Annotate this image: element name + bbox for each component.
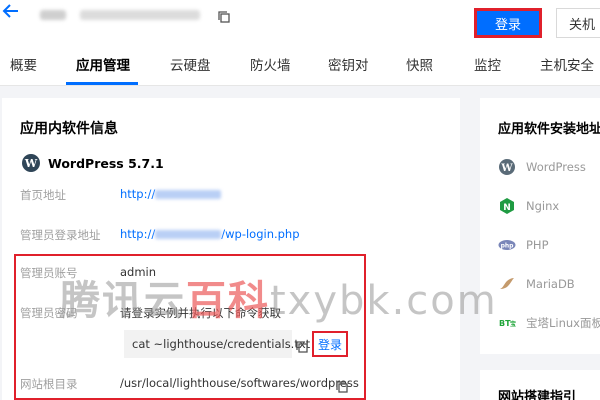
webroot-label: 网站根目录 xyxy=(20,377,78,391)
software-item-wordpress[interactable]: W WordPress xyxy=(498,158,586,176)
card-title: 应用内软件信息 xyxy=(20,121,118,137)
svg-text:W: W xyxy=(500,163,513,174)
command-box: cat ~lighthouse/credentials.txt xyxy=(124,330,310,358)
bt-panel-icon: BT 宝 xyxy=(498,314,516,332)
login-button[interactable]: 登录 xyxy=(474,8,542,38)
svg-text:N: N xyxy=(503,203,511,213)
ip-redacted xyxy=(155,190,222,199)
guide-card: 网站搭建指引 xyxy=(480,370,600,400)
admin-account-value: admin xyxy=(120,265,157,279)
admin-password-label: 管理员密码 xyxy=(20,306,78,320)
software-name: WordPress xyxy=(526,160,586,174)
webroot-value: /usr/local/lighthouse/softwares/wordpres… xyxy=(120,376,359,390)
copy-command-icon[interactable] xyxy=(296,338,308,353)
header: 登录 关机 概要 应用管理 云硬盘 防火墙 密钥对 快照 监控 主机安全 xyxy=(0,0,600,86)
tab-firewall[interactable]: 防火墙 xyxy=(250,54,291,74)
app-name: WordPress 5.7.1 xyxy=(48,155,164,171)
wordpress-icon: W xyxy=(498,158,516,176)
copy-webroot-icon[interactable] xyxy=(336,378,348,393)
svg-text:宝: 宝 xyxy=(510,320,516,328)
admin-url-link[interactable]: http:///wp-login.php xyxy=(120,227,300,241)
admin-url-label: 管理员登录地址 xyxy=(20,228,101,242)
back-arrow-icon[interactable] xyxy=(2,2,22,24)
software-name: PHP xyxy=(526,238,549,252)
tab-cloud-disk[interactable]: 云硬盘 xyxy=(170,54,211,74)
software-name: 宝塔Linux面板 xyxy=(526,316,600,330)
homepage-link[interactable]: http:// xyxy=(120,187,222,201)
active-tab-indicator xyxy=(66,82,138,85)
tab-host-security[interactable]: 主机安全 xyxy=(540,54,594,74)
software-item-bt-panel[interactable]: BT 宝 宝塔Linux面板 xyxy=(498,314,600,332)
app-name-row: W WordPress 5.7.1 xyxy=(22,154,164,172)
admin-password-hint: 请登录实例并执行以下命令获取 xyxy=(120,306,281,320)
install-dirs-card: 应用软件安装地址 W WordPress N Nginx php PHP Mar… xyxy=(480,98,600,354)
software-item-php[interactable]: php PHP xyxy=(498,236,549,254)
tab-bar: 概要 应用管理 云硬盘 防火墙 密钥对 快照 监控 主机安全 xyxy=(0,50,600,86)
software-item-mariadb[interactable]: MariaDB xyxy=(498,275,575,293)
tab-monitoring[interactable]: 监控 xyxy=(474,54,501,74)
card-title: 应用软件安装地址 xyxy=(498,122,600,137)
tab-app-management[interactable]: 应用管理 xyxy=(76,54,130,74)
tab-keypair[interactable]: 密钥对 xyxy=(328,54,369,74)
svg-text:php: php xyxy=(501,243,515,250)
tab-overview[interactable]: 概要 xyxy=(10,54,37,74)
software-name: Nginx xyxy=(526,199,560,213)
wordpress-icon: W xyxy=(22,154,40,172)
inline-login-button[interactable]: 登录 xyxy=(312,331,348,357)
tab-snapshot[interactable]: 快照 xyxy=(406,54,433,74)
nginx-icon: N xyxy=(498,197,516,215)
software-name: MariaDB xyxy=(526,277,575,291)
php-icon: php xyxy=(498,236,516,254)
card-title: 网站搭建指引 xyxy=(498,390,577,400)
shutdown-button[interactable]: 关机 xyxy=(556,8,600,38)
command-text: cat ~lighthouse/credentials.txt xyxy=(132,337,311,351)
ip-redacted xyxy=(155,230,222,239)
mariadb-icon xyxy=(498,275,516,293)
software-item-nginx[interactable]: N Nginx xyxy=(498,197,559,215)
admin-account-label: 管理员账号 xyxy=(20,266,78,280)
copy-icon[interactable] xyxy=(218,8,232,23)
homepage-label: 首页地址 xyxy=(20,188,66,202)
instance-title-redacted xyxy=(40,8,200,22)
